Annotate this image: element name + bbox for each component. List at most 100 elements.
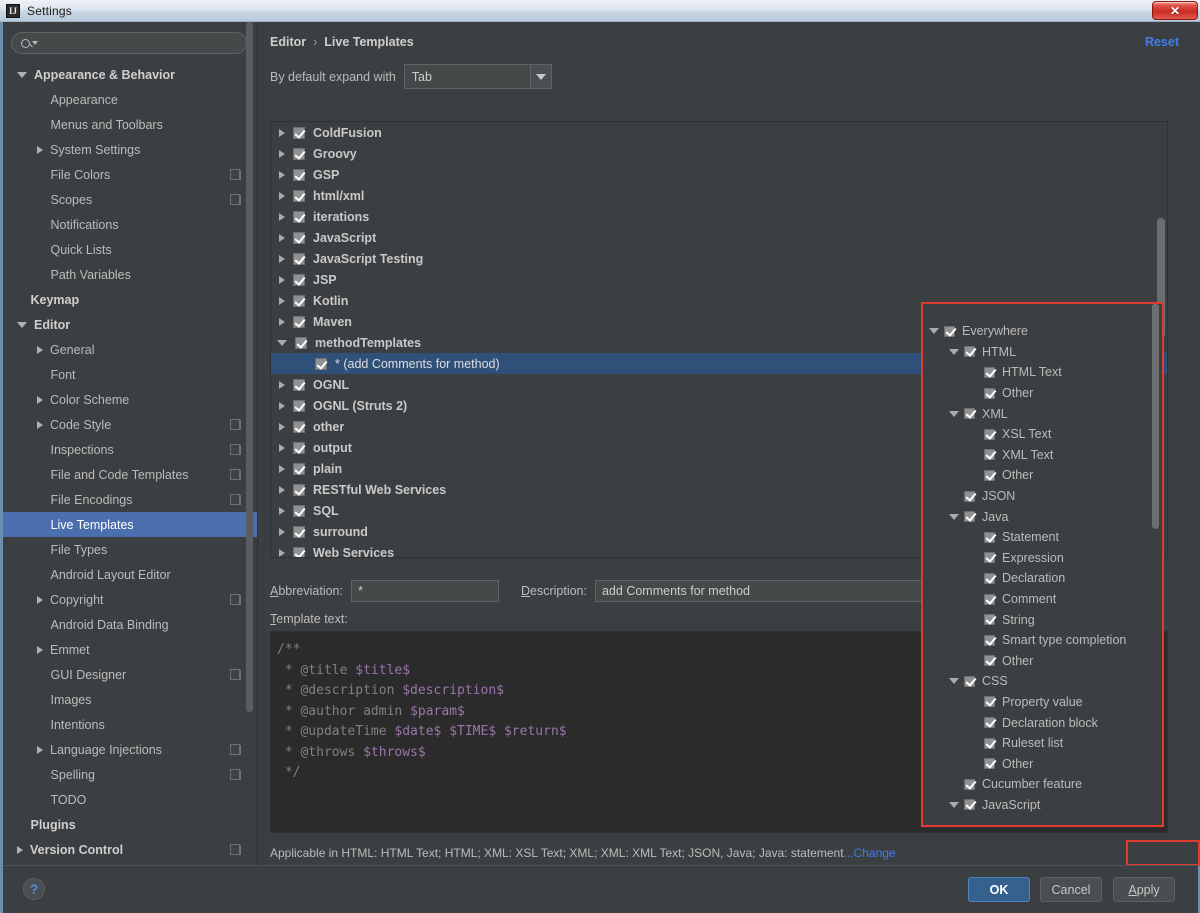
sidebar-item-code-style[interactable]: Code Style (3, 412, 257, 437)
checkbox-checked-icon[interactable] (964, 799, 975, 810)
checkbox-checked-icon[interactable] (315, 358, 327, 370)
search-input[interactable] (38, 35, 246, 51)
chevron-right-icon[interactable] (279, 402, 285, 410)
checkbox-checked-icon[interactable] (293, 211, 305, 223)
checkbox-checked-icon[interactable] (984, 429, 995, 440)
sidebar-item-gui-designer[interactable]: GUI Designer (3, 662, 257, 687)
checkbox-checked-icon[interactable] (293, 484, 305, 496)
context-row[interactable]: Declaration block (923, 712, 1162, 733)
context-row[interactable]: Other (923, 383, 1162, 404)
checkbox-checked-icon[interactable] (293, 379, 305, 391)
sidebar-item-path-variables[interactable]: Path Variables (3, 262, 257, 287)
sidebar-item-appearance-behavior[interactable]: Appearance & Behavior (3, 62, 257, 87)
checkbox-checked-icon[interactable] (293, 274, 305, 286)
context-row[interactable]: Cucumber feature (923, 774, 1162, 795)
checkbox-checked-icon[interactable] (984, 594, 995, 605)
context-row[interactable]: XML Text (923, 445, 1162, 466)
breadcrumb-item-editor[interactable]: Editor (270, 35, 306, 49)
checkbox-checked-icon[interactable] (293, 505, 305, 517)
checkbox-checked-icon[interactable] (984, 573, 995, 584)
chevron-right-icon[interactable] (279, 528, 285, 536)
table-row[interactable]: Groovy (271, 143, 1167, 164)
chevron-right-icon[interactable] (279, 129, 285, 137)
context-row[interactable]: HTML (923, 342, 1162, 363)
sidebar-item-file-encodings[interactable]: File Encodings (3, 487, 257, 512)
checkbox-checked-icon[interactable] (984, 367, 995, 378)
checkbox-checked-icon[interactable] (984, 717, 995, 728)
checkbox-checked-icon[interactable] (984, 758, 995, 769)
context-tree[interactable]: EverywhereHTMLHTML TextOtherXMLXSL TextX… (923, 321, 1162, 825)
checkbox-checked-icon[interactable] (293, 421, 305, 433)
search-box[interactable] (11, 32, 247, 54)
sidebar-item-copyright[interactable]: Copyright (3, 587, 257, 612)
context-row[interactable]: Comment (923, 589, 1162, 610)
checkbox-checked-icon[interactable] (964, 408, 975, 419)
reset-link[interactable]: Reset (1145, 35, 1179, 49)
checkbox-checked-icon[interactable] (984, 532, 995, 543)
chevron-down-icon[interactable] (17, 72, 27, 78)
sidebar-item-scopes[interactable]: Scopes (3, 187, 257, 212)
checkbox-checked-icon[interactable] (293, 547, 305, 559)
context-row[interactable]: JavaScript (923, 795, 1162, 816)
chevron-right-icon[interactable] (37, 646, 43, 654)
chevron-down-icon[interactable] (277, 340, 287, 346)
context-row[interactable]: Everywhere (923, 321, 1162, 342)
chevron-right-icon[interactable] (279, 318, 285, 326)
context-row[interactable]: Statement (923, 527, 1162, 548)
chevron-right-icon[interactable] (279, 276, 285, 284)
sidebar-item-editor[interactable]: Editor (3, 312, 257, 337)
context-row[interactable]: Other (923, 465, 1162, 486)
sidebar-item-system-settings[interactable]: System Settings (3, 137, 257, 162)
sidebar-scrollbar[interactable] (246, 22, 253, 822)
checkbox-checked-icon[interactable] (293, 442, 305, 454)
description-input[interactable]: add Comments for method (595, 580, 925, 602)
checkbox-checked-icon[interactable] (293, 316, 305, 328)
table-row[interactable]: JavaScript Testing (271, 248, 1167, 269)
sidebar-item-general[interactable]: General (3, 337, 257, 362)
context-popup-scroll-top[interactable] (923, 304, 1162, 319)
context-selection-popup[interactable]: EverywhereHTMLHTML TextOtherXMLXSL TextX… (921, 302, 1164, 827)
checkbox-checked-icon[interactable] (984, 738, 995, 749)
chevron-right-icon[interactable] (279, 486, 285, 494)
checkbox-checked-icon[interactable] (293, 190, 305, 202)
checkbox-checked-icon[interactable] (293, 148, 305, 160)
checkbox-checked-icon[interactable] (984, 552, 995, 563)
context-scrollbar-thumb[interactable] (1152, 304, 1159, 529)
table-row[interactable]: JSP (271, 269, 1167, 290)
context-row[interactable]: HTML Text (923, 362, 1162, 383)
sidebar-item-todo[interactable]: TODO (3, 787, 257, 812)
table-row[interactable]: ColdFusion (271, 122, 1167, 143)
sidebar-item-file-types[interactable]: File Types (3, 537, 257, 562)
chevron-down-icon[interactable] (949, 411, 959, 417)
chevron-right-icon[interactable] (279, 171, 285, 179)
context-row[interactable]: CSS (923, 671, 1162, 692)
ok-button[interactable]: OK (968, 877, 1030, 902)
chevron-down-icon[interactable] (949, 349, 959, 355)
chevron-down-icon[interactable] (949, 678, 959, 684)
checkbox-checked-icon[interactable] (964, 676, 975, 687)
checkbox-checked-icon[interactable] (293, 295, 305, 307)
table-row[interactable]: GSP (271, 164, 1167, 185)
chevron-down-icon[interactable] (949, 514, 959, 520)
checkbox-checked-icon[interactable] (984, 388, 995, 399)
context-row[interactable]: Other (923, 753, 1162, 774)
sidebar-item-intentions[interactable]: Intentions (3, 712, 257, 737)
sidebar-item-color-scheme[interactable]: Color Scheme (3, 387, 257, 412)
sidebar-item-appearance[interactable]: Appearance (3, 87, 257, 112)
context-row[interactable]: XML (923, 403, 1162, 424)
abbreviation-input[interactable]: * (351, 580, 499, 602)
checkbox-checked-icon[interactable] (293, 463, 305, 475)
sidebar-item-font[interactable]: Font (3, 362, 257, 387)
sidebar-item-android-data-binding[interactable]: Android Data Binding (3, 612, 257, 637)
table-row[interactable]: html/xml (271, 185, 1167, 206)
context-row[interactable]: Other (923, 651, 1162, 672)
table-row[interactable]: iterations (271, 206, 1167, 227)
checkbox-checked-icon[interactable] (293, 232, 305, 244)
change-context-link[interactable]: ...Change (844, 846, 896, 860)
checkbox-checked-icon[interactable] (944, 326, 955, 337)
checkbox-checked-icon[interactable] (964, 779, 975, 790)
chevron-right-icon[interactable] (279, 150, 285, 158)
sidebar-item-language-injections[interactable]: Language Injections (3, 737, 257, 762)
sidebar-item-android-layout-editor[interactable]: Android Layout Editor (3, 562, 257, 587)
chevron-right-icon[interactable] (279, 381, 285, 389)
